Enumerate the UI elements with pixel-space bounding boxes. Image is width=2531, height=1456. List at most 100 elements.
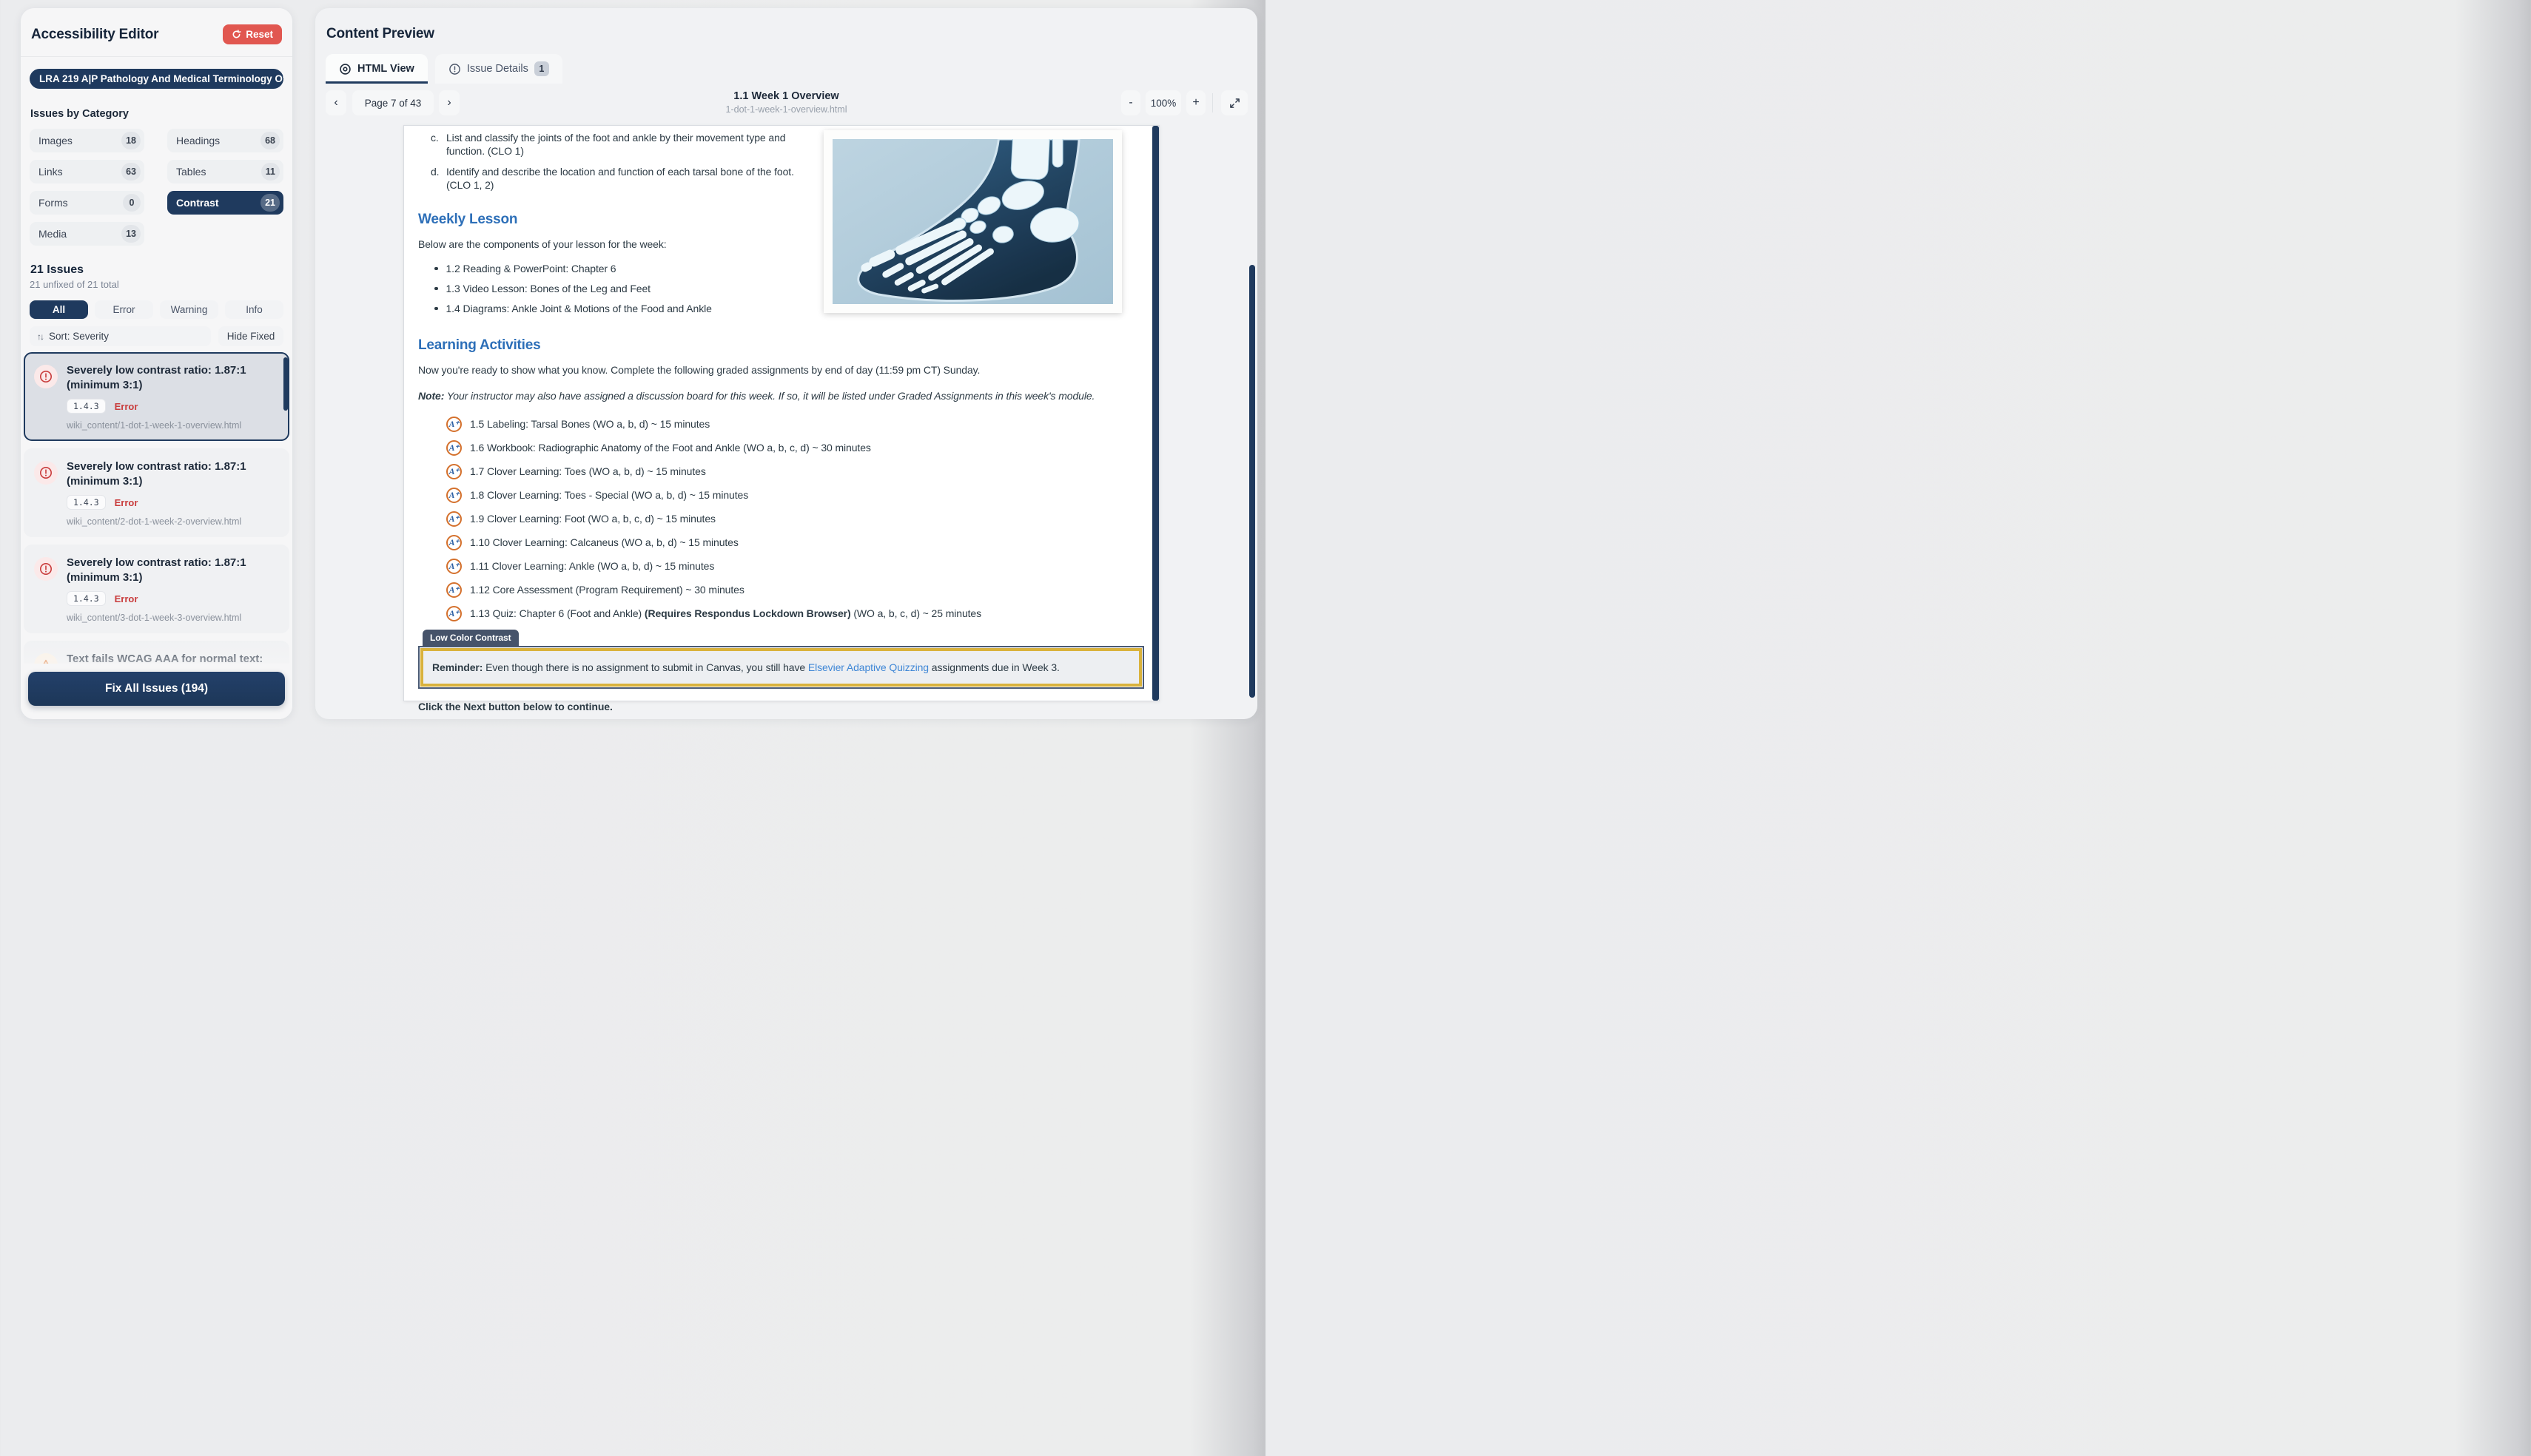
page-indicator[interactable]: Page 7 of 43	[352, 90, 434, 115]
category-count: 18	[121, 132, 141, 149]
learning-activities-heading: Learning Activities	[418, 337, 1115, 354]
content-preview-panel: Content Preview HTML View	[315, 8, 1257, 719]
category-count: 68	[261, 132, 280, 149]
reset-label: Reset	[246, 29, 273, 40]
filter-info[interactable]: Info	[225, 300, 283, 319]
issue-path: wiki_content/3-dot-1-week-3-overview.htm…	[67, 613, 279, 623]
highlighted-issue-region: Low Color Contrast Reminder: Even though…	[418, 630, 1144, 689]
objective-marker: c.	[431, 132, 440, 158]
assignment-text: 1.13 Quiz: Chapter 6 (Foot and Ankle) (R…	[470, 607, 981, 619]
accessibility-editor-app: Accessibility Editor Reset LRA 219 A|P P…	[0, 0, 1266, 728]
learning-activities-intro: Now you're ready to show what you know. …	[418, 363, 1115, 377]
issue-card-week1[interactable]: Severely low contrast ratio: 1.87:1 (min…	[24, 352, 289, 441]
category-headings[interactable]: Headings 68	[167, 129, 283, 152]
category-label: Headings	[176, 135, 220, 146]
tab-issue-details[interactable]: Issue Details 1	[435, 54, 562, 84]
document-filename: 1-dot-1-week-1-overview.html	[726, 104, 847, 115]
panel-header: Accessibility Editor Reset	[21, 8, 292, 57]
assignment-text: 1.12 Core Assessment (Program Requiremen…	[470, 584, 744, 596]
assignment-row: A⁺ 1.7 Clover Learning: Toes (WO a, b, d…	[446, 464, 1115, 479]
issue-tooltip: Low Color Contrast	[423, 630, 519, 647]
assignment-row: A⁺ 1.12 Core Assessment (Program Require…	[446, 582, 1115, 598]
assignment-row: A⁺ 1.13 Quiz: Chapter 6 (Foot and Ankle)…	[446, 606, 1115, 621]
assignment-icon: A⁺	[446, 606, 462, 621]
zoom-level[interactable]: 100%	[1146, 90, 1181, 115]
category-links[interactable]: Links 63	[30, 160, 144, 183]
zoom-in-button[interactable]: +	[1186, 90, 1206, 115]
assignment-icon: A⁺	[446, 464, 462, 479]
accessibility-editor-panel: Accessibility Editor Reset LRA 219 A|P P…	[21, 8, 292, 719]
issue-details-badge: 1	[534, 61, 549, 76]
expand-icon	[1229, 98, 1240, 109]
assignment-row: A⁺ 1.9 Clover Learning: Foot (WO a, b, c…	[446, 511, 1115, 527]
category-label: Media	[38, 228, 67, 240]
filter-all[interactable]: All	[30, 300, 88, 319]
content-preview-title: Content Preview	[326, 26, 434, 42]
page-scrollbar[interactable]	[1152, 126, 1159, 701]
issue-card-week2[interactable]: Severely low contrast ratio: 1.87:1 (min…	[24, 448, 289, 537]
previous-page-button[interactable]: ‹	[326, 90, 346, 115]
category-grid: Images 18 Headings 68 Links 63 Tables 11…	[30, 129, 283, 246]
category-forms[interactable]: Forms 0	[30, 191, 144, 215]
issue-body: Severely low contrast ratio: 1.87:1 (min…	[67, 556, 279, 623]
zoom-out-button[interactable]: -	[1121, 90, 1140, 115]
assignment-row: A⁺ 1.10 Clover Learning: Calcaneus (WO a…	[446, 535, 1115, 550]
wcag-badge: 1.4.3	[67, 399, 106, 414]
issue-highlight-outline[interactable]: Reminder: Even though there is no assign…	[418, 646, 1144, 689]
error-icon	[34, 365, 58, 388]
note-prefix: Note:	[418, 390, 444, 402]
filter-warning[interactable]: Warning	[160, 300, 218, 319]
issues-by-category-heading: Issues by Category	[30, 108, 283, 120]
tab-label: HTML View	[357, 63, 414, 75]
category-media[interactable]: Media 13	[30, 222, 144, 246]
issue-card-week3[interactable]: Severely low contrast ratio: 1.87:1 (min…	[24, 545, 289, 633]
content-page: c. List and classify the joints of the f…	[403, 125, 1160, 701]
reset-icon	[232, 30, 241, 39]
assignment-icon: A⁺	[446, 511, 462, 527]
issue-list: Severely low contrast ratio: 1.87:1 (min…	[24, 352, 289, 664]
hide-fixed-button[interactable]: Hide Fixed	[218, 326, 283, 346]
issues-count-subtitle: 21 unfixed of 21 total	[30, 279, 283, 290]
category-count: 63	[121, 163, 141, 181]
category-count: 21	[261, 194, 280, 212]
issue-card-wcag-aaa[interactable]: Text fails WCAG AAA for normal text: 4.6…	[24, 641, 289, 664]
toolbar-divider	[1212, 93, 1213, 112]
next-page-button[interactable]: ›	[439, 90, 460, 115]
reset-button[interactable]: Reset	[223, 24, 282, 44]
issue-path: wiki_content/2-dot-1-week-2-overview.htm…	[67, 516, 279, 527]
category-label: Forms	[38, 197, 68, 209]
wcag-badge: 1.4.3	[67, 591, 106, 606]
issue-body: Text fails WCAG AAA for normal text: 4.6…	[67, 652, 279, 664]
sidebar-scrollbar-thumb[interactable]	[283, 357, 288, 411]
bullet-dot	[434, 307, 438, 311]
severity-filter-tabs: All Error Warning Info	[30, 300, 283, 319]
fullscreen-button[interactable]	[1221, 90, 1248, 115]
sort-button[interactable]: ↑↓ Sort: Severity	[30, 326, 211, 346]
sort-icon: ↑↓	[37, 331, 43, 342]
filter-error[interactable]: Error	[95, 300, 153, 319]
elsevier-link[interactable]: Elsevier Adaptive Quizzing	[808, 661, 929, 673]
warning-icon	[34, 653, 58, 664]
assignments-list: A⁺ 1.5 Labeling: Tarsal Bones (WO a, b, …	[446, 417, 1115, 621]
panel-title: Accessibility Editor	[31, 27, 158, 43]
list-item-text: 1.4 Diagrams: Ankle Joint & Motions of t…	[446, 303, 712, 314]
assignment-icon: A⁺	[446, 535, 462, 550]
issue-meta: 1.4.3 Error	[67, 399, 279, 414]
assignment-row: A⁺ 1.8 Clover Learning: Toes - Special (…	[446, 488, 1115, 503]
reminder-text: Even though there is no assignment to su…	[483, 661, 808, 673]
category-label: Images	[38, 135, 73, 146]
tab-html-view[interactable]: HTML View	[326, 54, 428, 84]
reminder-prefix: Reminder:	[432, 661, 483, 673]
reminder-text: assignments due in Week 3.	[929, 661, 1060, 673]
category-contrast[interactable]: Contrast 21	[167, 191, 283, 215]
course-selector[interactable]: LRA 219 A|P Pathology And Medical Termin…	[30, 69, 283, 89]
eye-icon	[339, 63, 352, 75]
foot-xray-image	[824, 130, 1122, 313]
assignment-text: 1.7 Clover Learning: Toes (WO a, b, d) ~…	[470, 465, 706, 477]
preview-scrollbar-thumb[interactable]	[1249, 265, 1255, 698]
fix-all-issues-button[interactable]: Fix All Issues (194)	[28, 672, 285, 706]
issue-path: wiki_content/1-dot-1-week-1-overview.htm…	[67, 420, 279, 431]
category-images[interactable]: Images 18	[30, 129, 144, 152]
issue-meta: 1.4.3 Error	[67, 591, 279, 606]
category-tables[interactable]: Tables 11	[167, 160, 283, 183]
